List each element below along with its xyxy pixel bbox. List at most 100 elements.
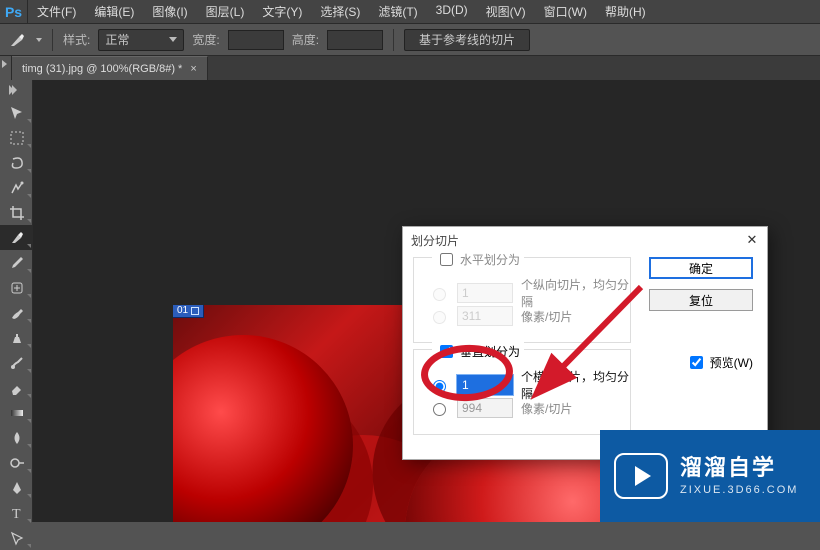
menu-view[interactable]: 视图(V) [477,0,535,24]
slice-tool-icon [6,29,28,51]
submenu-mark-icon [27,419,31,423]
expand-caret-icon[interactable] [2,60,7,68]
h-radio-even[interactable] [433,288,446,301]
v-radio-px[interactable] [433,403,446,416]
slice-badge[interactable]: 01 [173,305,204,318]
submenu-mark-icon [27,544,31,548]
height-field[interactable] [327,30,383,50]
toolbox: T [0,80,33,522]
check-vertical-input[interactable] [440,345,453,358]
pen-tool[interactable] [0,475,33,500]
v-even-label: 个横向切片，均匀分隔 [521,368,630,402]
lasso-tool[interactable] [0,150,33,175]
svg-text:T: T [12,507,21,521]
document-tab[interactable]: timg (31).jpg @ 100%(RGB/8#) * × [12,56,208,80]
style-dropdown[interactable]: 正常 [98,29,184,51]
submenu-mark-icon [27,494,31,498]
eyedropper-tool[interactable] [0,250,33,275]
menu-layer[interactable]: 图层(L) [197,0,254,24]
dodge-tool[interactable] [0,450,33,475]
brand-overlay: 溜溜自学 ZIXUE.3D66.COM [600,430,820,522]
blur-tool[interactable] [0,425,33,450]
submenu-mark-icon [27,169,31,173]
check-vertical-label: 垂直划分为 [460,343,520,360]
check-horizontal[interactable]: 水平划分为 [432,250,524,269]
submenu-mark-icon [27,444,31,448]
gradient-tool[interactable] [0,400,33,425]
v-row-even[interactable]: 个横向切片，均匀分隔 [428,368,630,402]
close-icon[interactable]: × [190,63,196,75]
divide-slice-dialog: 划分切片 ✕ 水平划分为 个纵向切片，均匀分隔 像素/切片 [402,226,768,460]
menu-edit[interactable]: 编辑(E) [85,0,143,24]
preview-check-input[interactable] [690,356,703,369]
slice-number: 01 [177,305,188,317]
menu-3d[interactable]: 3D(D) [427,0,477,24]
menu-filter[interactable]: 滤镜(T) [369,0,426,24]
menu-window[interactable]: 窗口(W) [535,0,596,24]
submenu-mark-icon [27,369,31,373]
brand-text: 溜溜自学 ZIXUE.3D66.COM [680,456,798,496]
check-horizontal-input[interactable] [440,253,453,266]
menu-select[interactable]: 选择(S) [311,0,369,24]
check-vertical[interactable]: 垂直划分为 [432,342,524,361]
slice-tool[interactable] [0,225,33,250]
submenu-mark-icon [27,469,31,473]
submenu-mark-icon [27,219,31,223]
brush-tool[interactable] [0,300,33,325]
v-px-label: 像素/切片 [521,400,572,417]
menu-help[interactable]: 帮助(H) [596,0,655,24]
width-field[interactable] [228,30,284,50]
brand-small: ZIXUE.3D66.COM [680,484,798,496]
submenu-mark-icon [27,194,31,198]
dialog-body: 水平划分为 个纵向切片，均匀分隔 像素/切片 垂直划分为 个横向切 [403,253,767,459]
crop-tool[interactable] [0,200,33,225]
history-brush-tool[interactable] [0,350,33,375]
style-value: 正常 [105,31,129,48]
type-tool[interactable]: T [0,500,33,525]
path-select-tool[interactable] [0,525,33,550]
separator [52,29,53,51]
move-tool[interactable] [0,100,33,125]
h-px-value[interactable] [457,306,513,326]
submenu-mark-icon [27,519,31,523]
submenu-mark-icon [27,319,31,323]
marquee-tool[interactable] [0,125,33,150]
v-even-value[interactable] [457,375,513,395]
ok-button[interactable]: 确定 [649,257,753,279]
h-row-even[interactable]: 个纵向切片，均匀分隔 [428,276,630,310]
h-even-label: 个纵向切片，均匀分隔 [521,276,630,310]
toolbox-collapse-icon[interactable] [9,84,23,98]
close-icon[interactable]: ✕ [745,233,759,247]
v-px-value[interactable] [457,398,513,418]
submenu-mark-icon [27,119,31,123]
style-label: 样式: [63,31,90,48]
document-tab-title: timg (31).jpg @ 100%(RGB/8#) * [22,63,182,75]
menu-type[interactable]: 文字(Y) [253,0,311,24]
separator [393,29,394,51]
preview-check[interactable]: 预览(W) [686,353,753,372]
h-row-px[interactable]: 像素/切片 [428,306,572,326]
slice-type-icon [191,307,199,315]
width-label: 宽度: [192,31,219,48]
h-radio-px[interactable] [433,311,446,324]
slices-from-guides-button[interactable]: 基于参考线的切片 [404,29,530,51]
submenu-mark-icon [27,344,31,348]
group-vertical: 垂直划分为 个横向切片，均匀分隔 像素/切片 [413,349,631,435]
h-even-value[interactable] [457,283,513,303]
dialog-title: 划分切片 [411,232,459,249]
brand-big: 溜溜自学 [680,456,798,480]
v-row-px[interactable]: 像素/切片 [428,398,572,418]
play-icon [614,453,668,499]
v-radio-even[interactable] [433,380,446,393]
healing-tool[interactable] [0,275,33,300]
h-px-label: 像素/切片 [521,308,572,325]
submenu-mark-icon [27,269,31,273]
menu-image[interactable]: 图像(I) [143,0,196,24]
quick-select-tool[interactable] [0,175,33,200]
clone-tool[interactable] [0,325,33,350]
menu-file[interactable]: 文件(F) [28,0,85,24]
tool-preset-picker[interactable] [36,38,42,42]
eraser-tool[interactable] [0,375,33,400]
reset-button[interactable]: 复位 [649,289,753,311]
chevron-down-icon [169,37,177,42]
